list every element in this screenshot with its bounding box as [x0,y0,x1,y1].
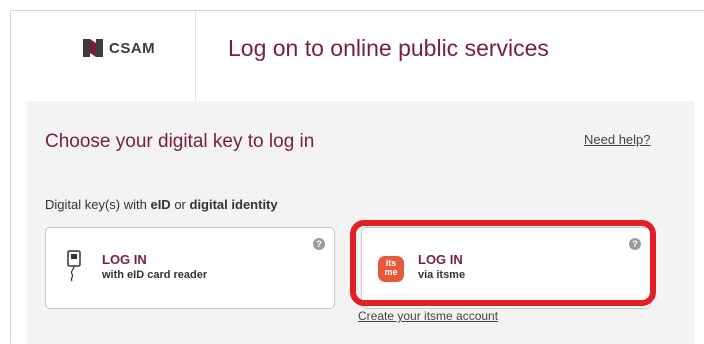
csam-logo-icon [83,39,103,57]
eid-login-sublabel: with eID card reader [102,269,208,281]
itsme-logo-line2: me [384,267,398,277]
itsme-card-text: LOG IN via itsme [418,252,465,282]
eid-card-text: LOG IN with eID card reader [102,252,207,282]
help-icon[interactable]: ? [313,238,325,250]
header: CSAM Log on to online public services [11,11,704,101]
need-help-link[interactable]: Need help? [584,132,651,147]
logo-text: CSAM [109,39,156,57]
eid-login-card[interactable]: ? LOG IN with eID card reader [45,227,335,309]
card-reader-icon [67,250,81,282]
keys-label-middle: or [170,197,190,212]
eid-login-label: LOG IN [102,252,147,267]
page-frame: CSAM Log on to online public services Ch… [10,10,704,344]
itsme-login-label: LOG IN [418,252,463,267]
login-panel: Choose your digital key to log in Need h… [27,101,694,344]
header-divider [195,11,196,101]
create-itsme-account-link[interactable]: Create your itsme account [358,309,498,323]
digital-keys-label: Digital key(s) with eID or digital ident… [45,197,278,212]
csam-logo[interactable]: CSAM [83,37,155,59]
help-icon[interactable]: ? [629,238,641,250]
itsme-logo-icon: its me [378,256,404,282]
page-title: Log on to online public services [228,35,549,61]
itsme-login-sublabel: via itsme [418,269,466,281]
keys-label-digital-identity: digital identity [189,197,278,212]
panel-title: Choose your digital key to log in [45,131,315,152]
itsme-login-card[interactable]: ? its me LOG IN via itsme [361,227,651,309]
keys-label-eid: eID [150,197,171,212]
keys-label-prefix: Digital key(s) with [45,197,151,212]
